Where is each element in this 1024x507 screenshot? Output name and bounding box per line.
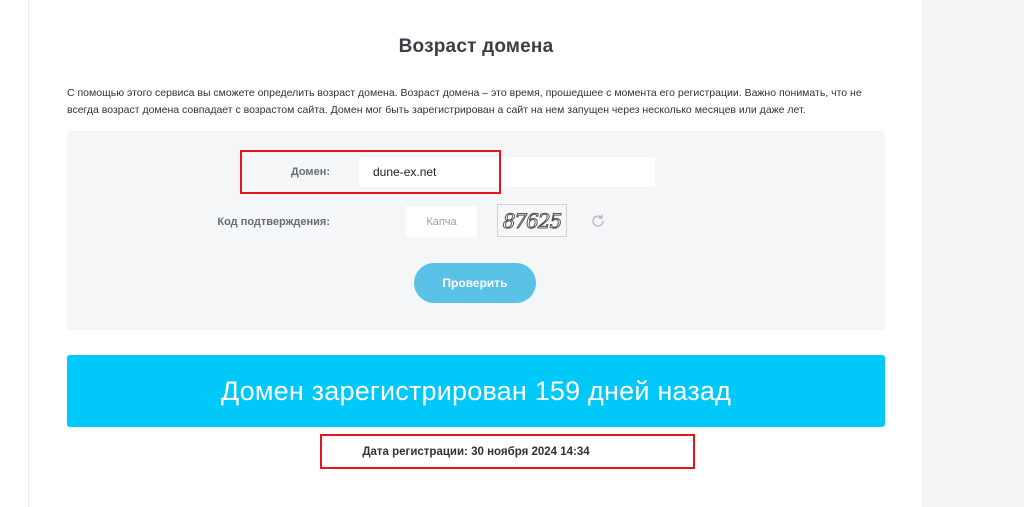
captcha-image: 87625 — [497, 204, 567, 237]
highlight-box-domain — [240, 150, 501, 194]
captcha-input[interactable] — [406, 206, 477, 237]
highlight-box-date — [320, 434, 695, 469]
check-button[interactable]: Проверить — [414, 263, 536, 303]
content-left-border — [28, 0, 29, 507]
service-description: С помощью этого сервиса вы сможете опред… — [67, 87, 862, 116]
page-title: Возраст домена — [398, 36, 554, 57]
captcha-label: Код подтверждения: — [217, 216, 330, 228]
right-side-pane — [922, 0, 1024, 507]
refresh-captcha-icon[interactable] — [589, 212, 607, 230]
result-banner-text: Домен зарегистрирован 159 дней назад — [220, 375, 732, 406]
result-banner: Домен зарегистрирован 159 дней назад — [67, 355, 885, 427]
